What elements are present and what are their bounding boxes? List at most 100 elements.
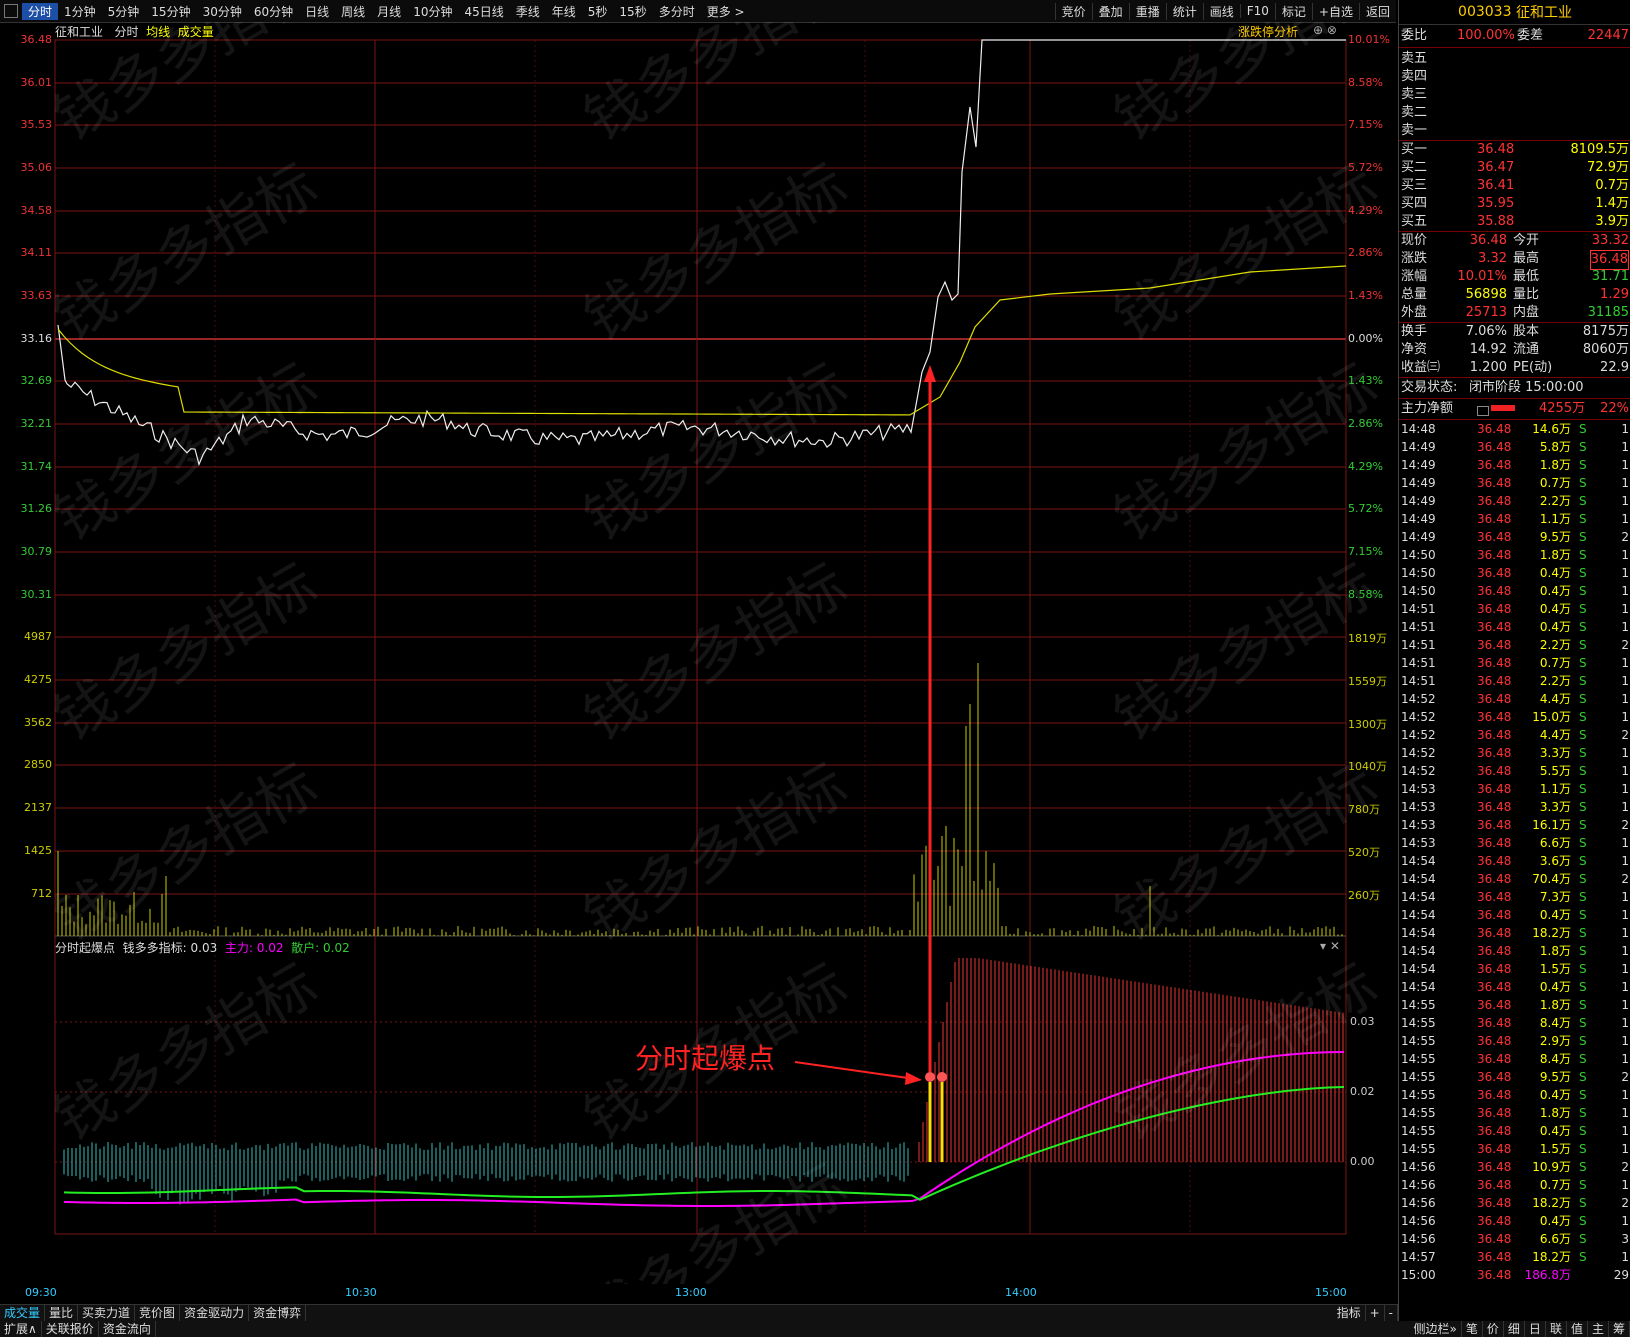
indicator-tab[interactable]: 竞价图 xyxy=(135,1305,181,1321)
trade-row: 14:56 36.48 18.2万 S 2 xyxy=(1399,1194,1630,1212)
watermark-text: 钱多多指标 xyxy=(1103,750,1388,954)
stat-value: 36.48 xyxy=(1589,250,1629,270)
trade-price: 36.48 xyxy=(1477,656,1512,670)
period-tab[interactable]: 1分钟 xyxy=(58,3,102,20)
sidebar-tab[interactable]: 日 xyxy=(1525,1321,1546,1337)
trade-count: 1 xyxy=(1621,746,1629,760)
watermark-text: 钱多多指标 xyxy=(43,22,328,154)
period-tab[interactable]: 日线 xyxy=(299,3,335,20)
sidebar-tab[interactable]: 筹 xyxy=(1609,1321,1630,1337)
period-tab[interactable]: 年线 xyxy=(546,3,582,20)
period-tab[interactable]: 月线 xyxy=(371,3,407,20)
toolbar-button[interactable]: 画线 xyxy=(1202,2,1240,20)
buy-price: 36.47 xyxy=(1477,160,1515,175)
period-tab[interactable]: 15秒 xyxy=(613,3,652,20)
toolbar-button[interactable]: +自选 xyxy=(1311,2,1359,20)
trade-volume: 1.1万 xyxy=(1539,512,1571,526)
sidebar-tab[interactable]: 侧边栏» xyxy=(1410,1321,1462,1337)
indicator-tab[interactable]: 买卖力道 xyxy=(78,1305,136,1321)
sidebar-tab[interactable]: 细 xyxy=(1504,1321,1525,1337)
period-tab[interactable]: 10分钟 xyxy=(407,3,458,20)
period-tab[interactable]: 5分钟 xyxy=(102,3,146,20)
trade-time: 14:53 xyxy=(1401,818,1436,832)
bottom-link[interactable]: 资金流向 xyxy=(99,1321,156,1337)
indicator-control[interactable]: 指标 xyxy=(1333,1305,1366,1321)
trade-volume: 1.5万 xyxy=(1539,1142,1571,1156)
indicator-tab[interactable]: 成交量 xyxy=(0,1305,46,1321)
sidebar-tab[interactable]: 主 xyxy=(1588,1321,1609,1337)
trade-row: 14:54 36.48 18.2万 S 1 xyxy=(1399,924,1630,942)
trade-volume: 1.1万 xyxy=(1539,782,1571,796)
trade-time: 14:51 xyxy=(1401,620,1436,634)
bottom-link[interactable]: 关联报价 xyxy=(42,1321,99,1337)
sell-orders: 卖五 卖四 卖三 卖二 卖一 xyxy=(1399,47,1630,140)
trade-volume: 0.4万 xyxy=(1539,566,1571,580)
toolbar-button[interactable]: 叠加 xyxy=(1091,2,1129,20)
trade-count: 1 xyxy=(1621,710,1629,724)
bottom-link[interactable]: 扩展∧ xyxy=(0,1321,42,1337)
sidebar-tab[interactable]: 值 xyxy=(1567,1321,1588,1337)
main-flow-toggle-icon[interactable] xyxy=(1477,406,1489,416)
pct-label: 0.00% xyxy=(1348,332,1383,345)
period-tab[interactable]: 分时 xyxy=(22,2,59,20)
stat-row: 涨幅 10.01% 最低 31.71 xyxy=(1399,268,1630,286)
time-label: 14:00 xyxy=(1005,1286,1037,1299)
trade-count: 1 xyxy=(1621,1016,1629,1030)
volume-label: 4987 xyxy=(24,630,52,643)
period-tab[interactable]: 更多 > xyxy=(701,3,751,20)
trade-price: 36.48 xyxy=(1477,872,1512,886)
trade-side: S xyxy=(1579,1196,1587,1210)
trade-volume: 6.6万 xyxy=(1539,836,1571,850)
trade-price: 36.48 xyxy=(1477,1070,1512,1084)
trade-row: 15:00 36.48 186.8万 29 xyxy=(1399,1266,1630,1284)
indicator-tab[interactable]: 资金驱动力 xyxy=(180,1305,250,1321)
indicator-tab[interactable]: 资金博弈 xyxy=(249,1305,307,1321)
trade-volume: 70.4万 xyxy=(1532,872,1571,886)
trade-side: S xyxy=(1579,980,1587,994)
trade-count: 2 xyxy=(1621,728,1629,742)
toolbar-button[interactable]: 统计 xyxy=(1165,2,1203,20)
window-icon[interactable] xyxy=(4,4,18,18)
period-tab[interactable]: 周线 xyxy=(335,3,371,20)
toolbar-button[interactable]: 返回 xyxy=(1358,2,1396,20)
stat-row: 外盘 25713 内盘 31185 xyxy=(1399,304,1630,322)
period-tab[interactable]: 季线 xyxy=(510,3,546,20)
indicator-axis-label: 0.02 xyxy=(1350,1085,1375,1098)
sidebar-tab[interactable]: 联 xyxy=(1546,1321,1567,1337)
period-tab[interactable]: 30分钟 xyxy=(197,3,248,20)
trade-row: 14:51 36.48 2.2万 S 2 xyxy=(1399,636,1630,654)
toolbar-button[interactable]: F10 xyxy=(1239,4,1275,18)
period-tab[interactable]: 60分钟 xyxy=(248,3,299,20)
trade-side: S xyxy=(1579,602,1587,616)
trade-count: 2 xyxy=(1621,530,1629,544)
buy-row[interactable]: 买一 36.48 8109.5万 xyxy=(1399,141,1630,159)
trade-row: 14:55 36.48 8.4万 S 1 xyxy=(1399,1014,1630,1032)
indicator-control[interactable]: + xyxy=(1366,1305,1385,1321)
pct-label: 8.58% xyxy=(1348,76,1383,89)
buy-row[interactable]: 买三 36.41 0.7万 xyxy=(1399,177,1630,195)
stat-label: 股本 xyxy=(1513,324,1540,339)
buy-row[interactable]: 买五 35.88 3.9万 xyxy=(1399,213,1630,231)
trade-side: S xyxy=(1579,548,1587,562)
stat-value: 31185 xyxy=(1587,305,1629,320)
price-label: 34.11 xyxy=(20,246,53,259)
period-tab[interactable]: 15分钟 xyxy=(145,3,196,20)
trade-price: 36.48 xyxy=(1477,548,1512,562)
toolbar-button[interactable]: 重播 xyxy=(1128,2,1166,20)
toolbar-button[interactable]: 标记 xyxy=(1274,2,1312,20)
indicator-tab[interactable]: 量比 xyxy=(45,1305,79,1321)
period-tab[interactable]: 多分时 xyxy=(653,3,701,20)
sidebar-tab[interactable]: 笔 xyxy=(1462,1321,1483,1337)
trade-time: 14:49 xyxy=(1401,512,1436,526)
period-tab[interactable]: 5秒 xyxy=(582,3,614,20)
trade-count: 1 xyxy=(1621,800,1629,814)
indicator-control[interactable]: - xyxy=(1385,1305,1398,1321)
indicator-close-icon[interactable]: ▾ ✕ xyxy=(1320,939,1340,953)
buy-row[interactable]: 买二 36.47 72.9万 xyxy=(1399,159,1630,177)
chart-area: 征和工业 分时 均线 成交量 涨跌停分析 ⊕ ⊗ 钱多多指标 钱多多指标 钱多多指标… xyxy=(0,22,1398,1299)
stat-label: 外盘 xyxy=(1401,305,1428,320)
period-tab[interactable]: 45日线 xyxy=(458,3,509,20)
toolbar-button[interactable]: 竞价 xyxy=(1054,2,1092,20)
buy-row[interactable]: 买四 35.95 1.4万 xyxy=(1399,195,1630,213)
sidebar-tab[interactable]: 价 xyxy=(1483,1321,1504,1337)
